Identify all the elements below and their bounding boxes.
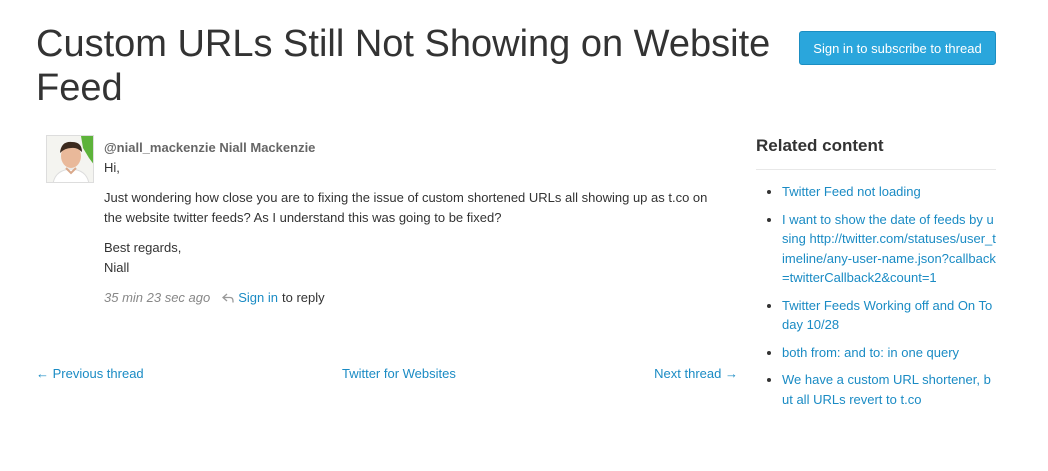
related-content-heading: Related content [756, 136, 996, 170]
author-handle-link[interactable]: @niall_mackenzie [104, 140, 216, 155]
post: @niall_mackenzie Niall Mackenzie Hi, Jus… [104, 138, 724, 308]
related-link[interactable]: Twitter Feed not loading [782, 184, 921, 199]
author-name: Niall Mackenzie [219, 140, 316, 155]
related-content-list: Twitter Feed not loading I want to show … [756, 182, 996, 409]
avatar-image [47, 136, 93, 182]
related-link[interactable]: Twitter Feeds Working off and On Today 1… [782, 298, 992, 333]
page-title: Custom URLs Still Not Showing on Website… [36, 23, 771, 109]
list-item: both from: and to: in one query [782, 343, 996, 363]
post-meta: 35 min 23 sec ago Sign in to reply [104, 288, 724, 308]
thread-navigation: ← Previous thread Twitter for Websites N… [36, 366, 738, 381]
previous-thread-link[interactable]: ← Previous thread [36, 366, 144, 381]
post-signature: Niall [104, 260, 130, 275]
reply-suffix: to reply [281, 290, 325, 305]
subscribe-button[interactable]: Sign in to subscribe to thread [799, 31, 996, 65]
reply-prompt: Sign in to reply [222, 288, 325, 308]
post-body: Just wondering how close you are to fixi… [104, 190, 708, 225]
sign-in-link[interactable]: Sign in [238, 288, 278, 308]
list-item: I want to show the date of feeds by usin… [782, 210, 996, 288]
list-item: Twitter Feeds Working off and On Today 1… [782, 296, 996, 335]
next-thread-link[interactable]: Next thread → [654, 366, 738, 381]
list-item: We have a custom URL shortener, but all … [782, 370, 996, 409]
avatar[interactable] [46, 135, 94, 183]
related-content-sidebar: Related content Twitter Feed not loading… [756, 136, 996, 417]
reply-arrow-icon [222, 293, 234, 303]
post-timestamp: 35 min 23 sec ago [104, 290, 211, 305]
post-author: @niall_mackenzie Niall Mackenzie [104, 138, 724, 158]
post-greeting: Hi, [104, 160, 120, 175]
category-link[interactable]: Twitter for Websites [342, 366, 456, 381]
related-link[interactable]: We have a custom URL shortener, but all … [782, 372, 991, 407]
related-link[interactable]: I want to show the date of feeds by usin… [782, 212, 996, 286]
post-closing: Best regards, [104, 240, 182, 255]
list-item: Twitter Feed not loading [782, 182, 996, 202]
related-link[interactable]: both from: and to: in one query [782, 345, 959, 360]
